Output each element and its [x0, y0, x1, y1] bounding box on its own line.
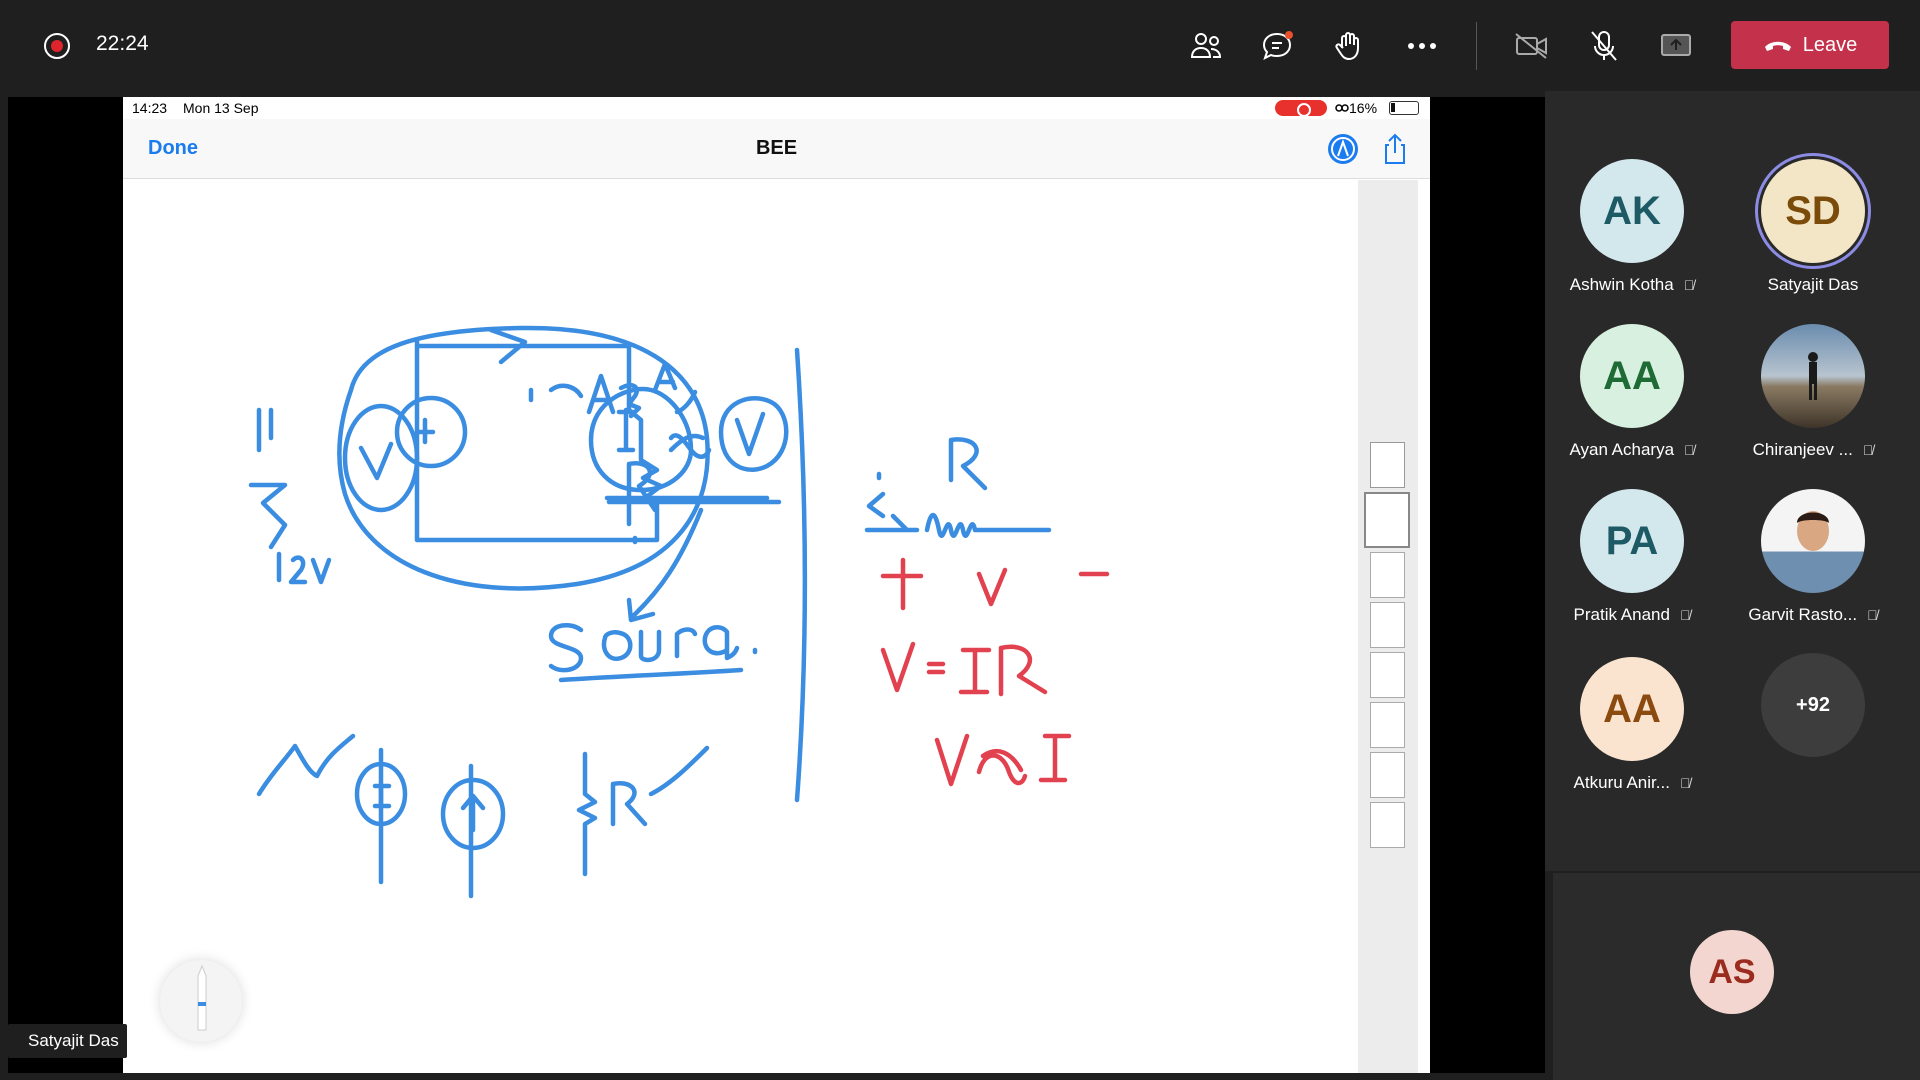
mic-muted-icon: 🎙̸ — [1679, 607, 1691, 623]
avatar-photo — [1761, 324, 1865, 428]
avatar: PA — [1580, 489, 1684, 593]
avatar: AK — [1580, 159, 1684, 263]
mic-muted-icon: 🎙̸ — [1867, 607, 1878, 623]
participant-tile[interactable]: Garvit Rasto... 🎙̸ — [1728, 489, 1898, 625]
leave-button[interactable]: Leave — [1731, 21, 1889, 69]
whiteboard-canvas[interactable] — [131, 180, 1358, 1073]
mic-muted-icon: 🎙̸ — [1683, 277, 1695, 293]
page-thumbnail[interactable] — [1370, 602, 1405, 648]
page-thumbnail-rail[interactable] — [1358, 180, 1418, 1073]
mic-muted-icon: 🎙̸ — [1862, 442, 1874, 458]
chat-icon[interactable] — [1258, 26, 1298, 66]
share-export-icon[interactable] — [1377, 131, 1413, 167]
avatar-photo — [1761, 489, 1865, 593]
participant-tile[interactable]: Chiranjeev ... 🎙̸ — [1728, 324, 1898, 460]
participant-gallery: AK Ashwin Kotha 🎙̸ SD Satyajit Das AA Aya… — [1545, 91, 1920, 871]
page-thumbnail[interactable] — [1370, 752, 1405, 798]
markup-pen-icon[interactable] — [1325, 131, 1361, 167]
share-icon[interactable] — [1656, 26, 1696, 66]
self-avatar: AS — [1690, 930, 1774, 1014]
avatar: SD — [1761, 159, 1865, 263]
avatar: AA — [1580, 324, 1684, 428]
participant-tile[interactable]: AA Ayan Acharya 🎙̸ — [1547, 324, 1717, 460]
more-icon[interactable] — [1402, 26, 1442, 66]
meeting-timer: 22:24 — [96, 32, 149, 55]
pencil-tool-icon[interactable] — [160, 960, 242, 1042]
participant-name: Ashwin Kotha — [1569, 275, 1674, 294]
screen-record-indicator — [1275, 100, 1327, 117]
ipad-nav-bar: BEE Done — [123, 119, 1430, 179]
page-thumbnail[interactable] — [1370, 442, 1405, 488]
mic-muted-icon: 🎙̸ — [1679, 775, 1691, 791]
phone-icon — [1764, 41, 1791, 51]
leave-label: Leave — [1802, 33, 1858, 56]
ipad-date: Mon 13 Sep — [183, 100, 259, 116]
link-icon — [1335, 104, 1349, 112]
participant-name: Atkuru Anir... — [1573, 773, 1670, 792]
page-thumbnail[interactable] — [1370, 652, 1405, 698]
camera-off-icon[interactable] — [1512, 26, 1552, 66]
participant-name: Garvit Rasto... — [1748, 605, 1858, 624]
participant-name: Satyajit Das — [1767, 275, 1859, 294]
done-button[interactable]: Done — [148, 137, 198, 160]
participant-name: Ayan Acharya — [1569, 440, 1675, 459]
presenter-name-tag: Satyajit Das — [8, 1024, 127, 1058]
page-thumbnail[interactable] — [1370, 802, 1405, 848]
participant-tile[interactable]: AK Ashwin Kotha 🎙̸ — [1547, 159, 1717, 295]
overflow-count: +92 — [1761, 653, 1865, 757]
ipad-status-bar: 14:23 Mon 13 Sep 16% — [123, 97, 1430, 119]
recording-icon — [44, 33, 70, 59]
participant-name: Pratik Anand — [1573, 605, 1670, 624]
document-title: BEE — [755, 137, 798, 159]
participant-name: Chiranjeev ... — [1752, 440, 1853, 459]
battery-icon — [1389, 101, 1419, 115]
page-thumbnail[interactable] — [1370, 552, 1405, 598]
toolbar-divider — [1476, 22, 1477, 70]
more-participants-button[interactable]: +92 — [1728, 653, 1898, 757]
page-thumbnail[interactable] — [1370, 702, 1405, 748]
page-thumbnail-current[interactable] — [1364, 492, 1410, 548]
ipad-time: 14:23 — [132, 100, 168, 116]
participant-tile[interactable]: AA Atkuru Anir... 🎙̸ — [1547, 657, 1717, 793]
mic-off-icon[interactable] — [1584, 26, 1624, 66]
shared-ipad-screen: 14:23 Mon 13 Sep 16% BEE Done — [123, 97, 1430, 1073]
mic-muted-icon: 🎙̸ — [1684, 442, 1695, 458]
raise-hand-icon[interactable] — [1330, 26, 1370, 66]
battery-percent: 16% — [1349, 100, 1378, 116]
handwritten-notes — [248, 325, 1110, 899]
participant-tile[interactable]: PA Pratik Anand 🎙̸ — [1547, 489, 1717, 625]
participant-tile[interactable]: SD Satyajit Das — [1728, 159, 1898, 295]
people-icon[interactable] — [1186, 26, 1226, 66]
avatar: AA — [1580, 657, 1684, 761]
meeting-toolbar: 22:24 Leave — [0, 0, 1920, 91]
